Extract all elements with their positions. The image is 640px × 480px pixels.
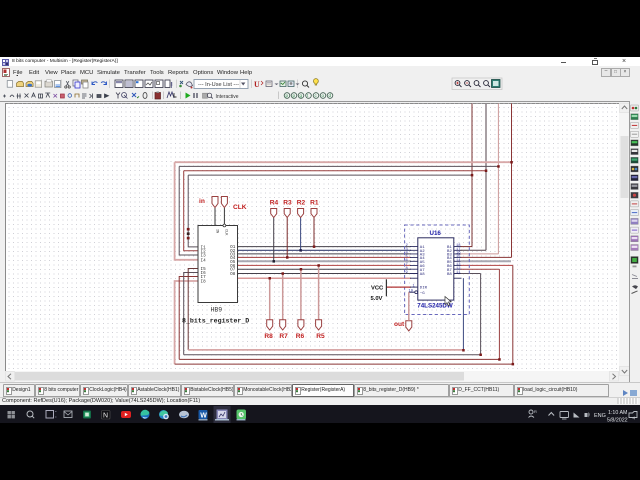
svg-text:B8: B8 <box>447 273 452 277</box>
svg-text:HB9: HB9 <box>211 307 223 314</box>
svg-text:CLK: CLK <box>233 204 247 211</box>
svg-text:CLK: CLK <box>224 229 228 236</box>
svg-text:I4: I4 <box>201 258 207 263</box>
svg-text:d: d <box>329 93 332 98</box>
svg-text:R2: R2 <box>297 200 306 207</box>
svg-text:R1: R1 <box>310 200 319 207</box>
svg-text:IN: IN <box>214 229 218 233</box>
svg-text:O8: O8 <box>230 272 236 277</box>
svg-text:R4: R4 <box>270 200 279 207</box>
svg-text:in: in <box>199 198 205 205</box>
svg-text:~G: ~G <box>420 292 425 296</box>
svg-text:5.0V: 5.0V <box>371 296 383 302</box>
svg-text:I8: I8 <box>201 280 207 285</box>
svg-text:R3: R3 <box>283 200 292 207</box>
svg-text:R7: R7 <box>279 333 288 340</box>
svg-text:DIR: DIR <box>420 287 428 291</box>
svg-text:U: U <box>254 80 260 89</box>
svg-text:W: W <box>200 412 207 419</box>
svg-text:N: N <box>103 413 108 420</box>
svg-text:R8: R8 <box>264 333 273 340</box>
svg-text:p: p <box>293 93 296 98</box>
svg-text:p: p <box>286 93 289 98</box>
svg-text:out: out <box>394 321 405 328</box>
svg-text:R: R <box>534 409 537 414</box>
svg-text:R6: R6 <box>296 333 305 340</box>
svg-text:ENG: ENG <box>594 413 606 419</box>
svg-text:A8: A8 <box>420 273 425 277</box>
svg-text:VCC: VCC <box>371 285 384 291</box>
svg-text:t: t <box>307 93 309 98</box>
svg-text:U16: U16 <box>430 230 442 237</box>
svg-text:1:10 AM: 1:10 AM <box>608 410 627 416</box>
svg-text:o: o <box>322 93 325 98</box>
svg-text:g: g <box>300 93 303 98</box>
svg-text:11: 11 <box>456 271 461 275</box>
svg-text:--- In-Use List ---: --- In-Use List --- <box>198 82 239 88</box>
svg-text:Interactive: Interactive <box>216 94 239 100</box>
svg-text:c: c <box>315 93 318 98</box>
svg-text:R5: R5 <box>316 333 325 340</box>
svg-text:8_bits_register_D: 8_bits_register_D <box>182 318 249 325</box>
